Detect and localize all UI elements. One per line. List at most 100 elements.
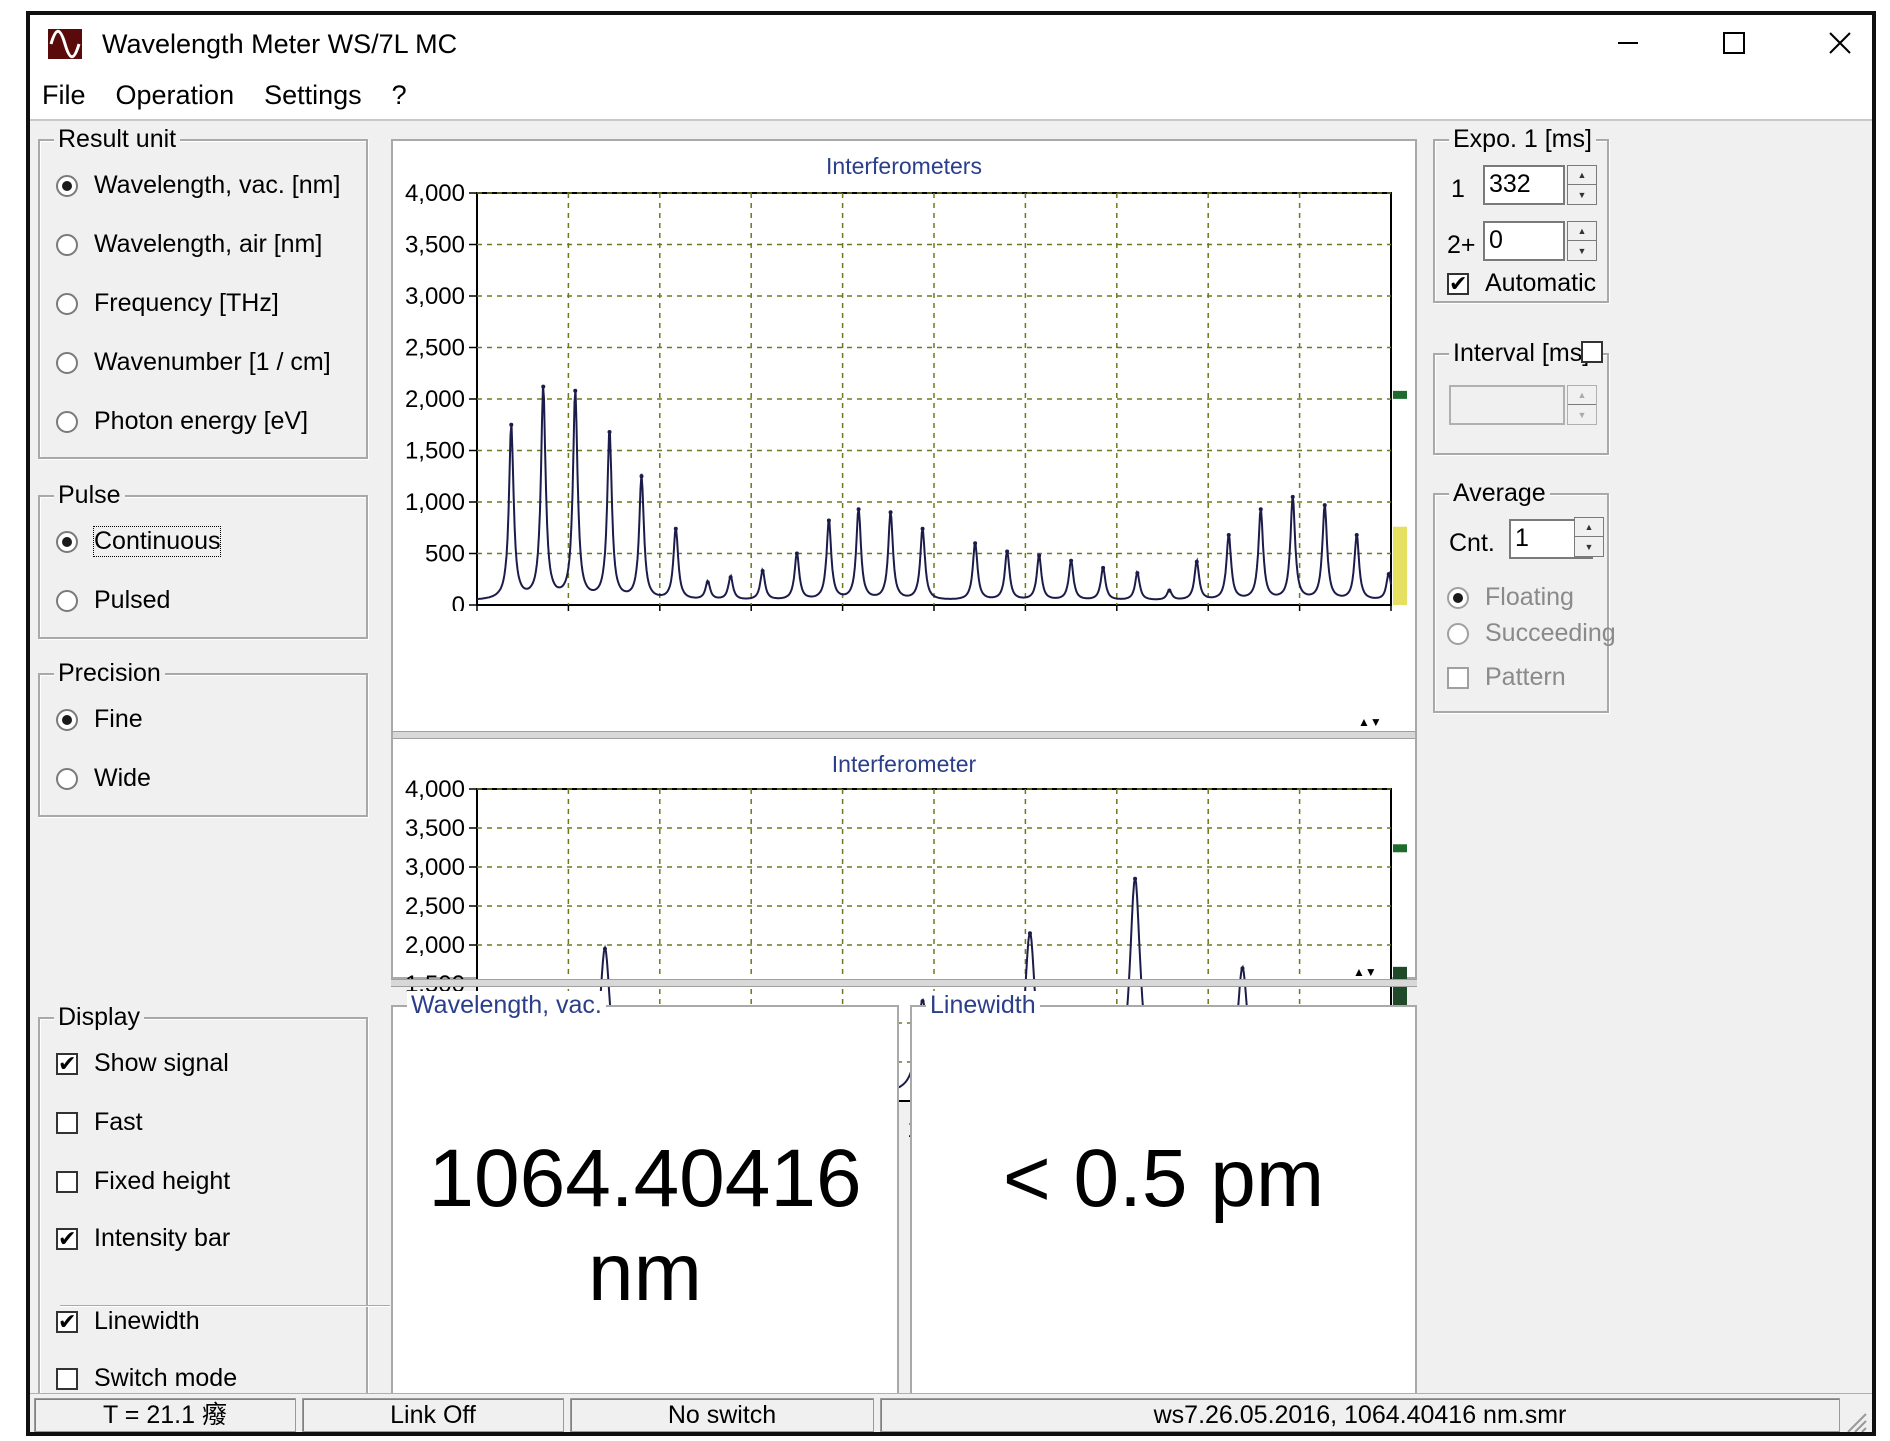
checkbox-show-signal[interactable]: ✔ Show signal bbox=[56, 1049, 229, 1078]
close-button[interactable] bbox=[1812, 25, 1868, 61]
signal-peak bbox=[856, 507, 861, 512]
radio-selected-icon[interactable] bbox=[1447, 586, 1469, 609]
checkbox-linewidth[interactable]: ✔ Linewidth bbox=[56, 1307, 200, 1336]
expo1-spinner[interactable]: ▲ ▼ bbox=[1567, 165, 1597, 205]
spin-down-icon[interactable]: ▼ bbox=[1568, 185, 1596, 204]
signal-peak bbox=[973, 541, 978, 546]
checkbox-icon[interactable] bbox=[56, 1367, 78, 1390]
signal-peak bbox=[1194, 559, 1199, 564]
radio-icon[interactable] bbox=[56, 767, 78, 790]
cnt-label: Cnt. bbox=[1449, 529, 1495, 557]
signal-peak bbox=[728, 575, 733, 580]
spin-up-icon[interactable]: ▲ bbox=[1568, 386, 1596, 405]
display-group: Display ✔ Show signal Fast Fixed height ✔… bbox=[38, 1003, 368, 1417]
maximize-button[interactable] bbox=[1706, 25, 1762, 61]
checkbox-icon[interactable] bbox=[1447, 666, 1469, 689]
checkbox-checked-icon[interactable]: ✔ bbox=[1447, 272, 1469, 295]
radio-icon[interactable] bbox=[56, 351, 78, 374]
radio-wavelength-vac[interactable]: Wavelength, vac. [nm] bbox=[56, 171, 340, 200]
expo-title: Expo. 1 [ms] bbox=[1449, 125, 1596, 154]
average-title: Average bbox=[1449, 479, 1550, 508]
checkbox-pattern[interactable]: Pattern bbox=[1447, 663, 1566, 692]
linewidth-result-box: Linewidth < 0.5 pm bbox=[910, 991, 1417, 1405]
checkbox-label: Fixed height bbox=[94, 1167, 231, 1195]
radio-selected-icon[interactable] bbox=[56, 530, 78, 553]
checkbox-fast[interactable]: Fast bbox=[56, 1108, 143, 1137]
checkbox-label: Pattern bbox=[1485, 663, 1566, 691]
spin-down-icon[interactable]: ▼ bbox=[1575, 537, 1603, 556]
expo2-input[interactable]: 0 bbox=[1483, 221, 1565, 261]
radio-frequency[interactable]: Frequency [THz] bbox=[56, 289, 279, 318]
menu-file[interactable]: File bbox=[42, 80, 86, 111]
radio-wavenumber[interactable]: Wavenumber [1 / cm] bbox=[56, 348, 331, 377]
radio-icon[interactable] bbox=[56, 292, 78, 315]
interval-spinner[interactable]: ▲ ▼ bbox=[1567, 385, 1597, 425]
checkbox-icon[interactable] bbox=[56, 1111, 78, 1134]
radio-icon[interactable] bbox=[56, 233, 78, 256]
checkbox-intensity-bar[interactable]: ✔ Intensity bar bbox=[56, 1224, 230, 1253]
checkbox-switch-mode[interactable]: Switch mode bbox=[56, 1364, 237, 1393]
app-sine-icon[interactable] bbox=[48, 29, 82, 59]
status-switch: No switch bbox=[570, 1398, 874, 1432]
radio-wavelength-air[interactable]: Wavelength, air [nm] bbox=[56, 230, 322, 259]
radio-selected-icon[interactable] bbox=[56, 174, 78, 197]
spin-up-icon[interactable]: ▲ bbox=[1575, 518, 1603, 537]
status-bar: T = 21.1 癈 Link Off No switch ws7.26.05.… bbox=[30, 1393, 1872, 1434]
signal-peak bbox=[1322, 503, 1327, 508]
title-bar: Wavelength Meter WS/7L MC bbox=[30, 15, 1872, 71]
splitter-grip-icon[interactable]: ▲▼ bbox=[1353, 965, 1377, 979]
interval-enable-checkbox[interactable] bbox=[1581, 341, 1603, 363]
expo1-input[interactable]: 332 bbox=[1483, 165, 1565, 205]
radio-icon[interactable] bbox=[56, 589, 78, 612]
spin-up-icon[interactable]: ▲ bbox=[1568, 166, 1596, 185]
interval-input[interactable] bbox=[1449, 385, 1565, 425]
minimize-button[interactable] bbox=[1600, 25, 1656, 61]
checkbox-checked-icon[interactable]: ✔ bbox=[56, 1052, 78, 1075]
splitter-top[interactable] bbox=[393, 731, 1415, 739]
display-separator bbox=[60, 1305, 390, 1307]
y-tick-label: 1,500 bbox=[405, 438, 465, 465]
checkbox-icon[interactable] bbox=[56, 1170, 78, 1193]
checkbox-automatic[interactable]: ✔ Automatic bbox=[1447, 269, 1596, 298]
checkbox-fixed-height[interactable]: Fixed height bbox=[56, 1167, 230, 1196]
radio-photon-energy[interactable]: Photon energy [eV] bbox=[56, 407, 308, 436]
menu-settings[interactable]: Settings bbox=[264, 80, 362, 111]
splitter-bottom[interactable] bbox=[391, 979, 1417, 987]
checkbox-checked-icon[interactable]: ✔ bbox=[56, 1310, 78, 1333]
y-tick-label: 3,500 bbox=[405, 232, 465, 259]
radio-continuous[interactable]: Continuous bbox=[56, 526, 222, 557]
spin-up-icon[interactable]: ▲ bbox=[1568, 222, 1596, 241]
radio-wide[interactable]: Wide bbox=[56, 764, 151, 793]
radio-fine[interactable]: Fine bbox=[56, 705, 143, 734]
radio-icon[interactable] bbox=[1447, 622, 1469, 645]
cnt-spinner[interactable]: ▲ ▼ bbox=[1574, 517, 1604, 557]
menu-help[interactable]: ? bbox=[392, 80, 407, 111]
signal-peak bbox=[1037, 553, 1042, 558]
resize-grip-icon[interactable] bbox=[1842, 1408, 1868, 1434]
radio-pulsed[interactable]: Pulsed bbox=[56, 586, 170, 615]
checkbox-checked-icon[interactable]: ✔ bbox=[56, 1227, 78, 1250]
y-tick-label: 1,000 bbox=[405, 489, 465, 516]
minimize-icon bbox=[1618, 42, 1638, 44]
signal-peak bbox=[1005, 549, 1010, 554]
spin-down-icon[interactable]: ▼ bbox=[1568, 241, 1596, 260]
checkbox-label: Intensity bar bbox=[94, 1224, 231, 1252]
pulse-title: Pulse bbox=[54, 481, 125, 510]
y-tick-label: 4,000 bbox=[405, 180, 465, 207]
radio-icon[interactable] bbox=[56, 410, 78, 433]
radio-selected-icon[interactable] bbox=[56, 708, 78, 731]
splitter-grip-icon[interactable]: ▲▼ bbox=[1358, 715, 1382, 729]
menu-operation[interactable]: Operation bbox=[116, 80, 235, 111]
y-tick-label: 500 bbox=[425, 541, 465, 568]
expo2-spinner[interactable]: ▲ ▼ bbox=[1567, 221, 1597, 261]
interval-title: Interval [ms] bbox=[1449, 339, 1594, 368]
linewidth-result-title: Linewidth bbox=[926, 991, 1040, 1020]
spin-down-icon[interactable]: ▼ bbox=[1568, 405, 1596, 424]
signal-peak bbox=[1386, 572, 1391, 577]
status-temperature: T = 21.1 癈 bbox=[34, 1398, 296, 1432]
y-tick-label: 3,000 bbox=[405, 854, 465, 881]
radio-floating[interactable]: Floating bbox=[1447, 583, 1574, 612]
y-tick-label: 4,000 bbox=[405, 776, 465, 803]
checkbox-label: Automatic bbox=[1485, 269, 1597, 297]
radio-succeeding[interactable]: Succeeding bbox=[1447, 619, 1616, 648]
